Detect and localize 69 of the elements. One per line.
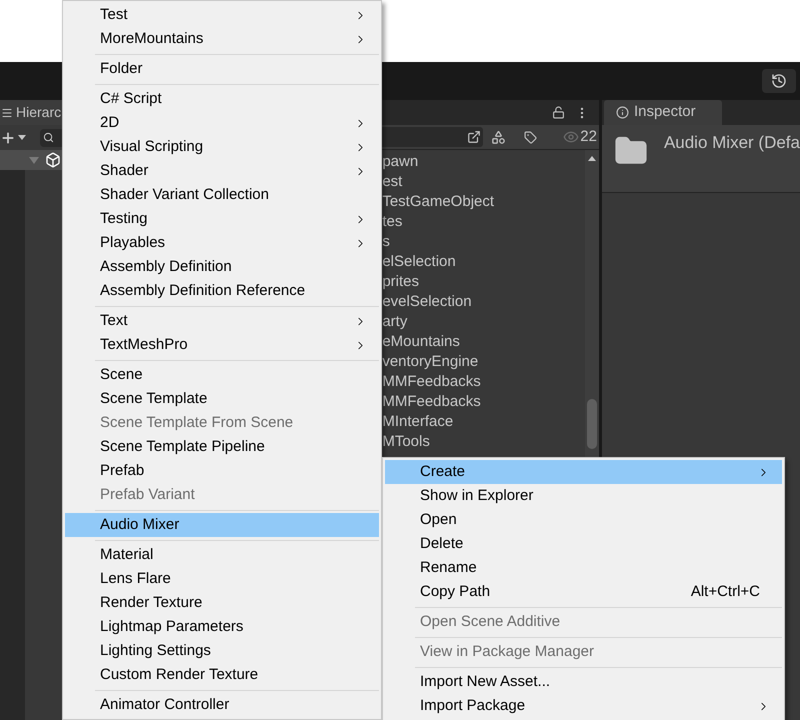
lock-icon[interactable] [552,106,565,119]
menu-item[interactable]: Delete [385,532,782,556]
menu-icon [1,106,13,118]
menu-item[interactable]: Material [65,543,379,567]
project-item[interactable]: arty [382,310,408,334]
hidden-count: 22 [580,126,597,147]
menu-item[interactable]: Scene [65,363,379,387]
menu-item[interactable]: C# Script [65,87,379,111]
asset-title: Audio Mixer (Defa [664,132,800,154]
menu-item[interactable]: Animator Controller [65,693,379,717]
info-icon [616,106,629,119]
menu-item[interactable]: Shader [65,159,379,183]
menu-item[interactable]: Copy Path Alt+Ctrl+C [385,580,782,604]
menu-item[interactable]: Testing [65,207,379,231]
history-button[interactable] [762,69,796,93]
scroll-up-icon[interactable] [588,156,596,161]
menu-item[interactable]: Lighting Settings [65,639,379,663]
shapes-icon[interactable] [490,130,506,144]
menu-item[interactable]: Folder [65,57,379,81]
menu-item[interactable]: Text [65,309,379,333]
project-item[interactable]: MTools [382,430,430,454]
menu-item[interactable]: Assembly Definition Reference [65,279,379,303]
project-item[interactable]: pawn [382,150,418,174]
menu-item[interactable]: Lightmap Parameters [65,615,379,639]
menu-item[interactable]: Playables [65,231,379,255]
history-icon [771,73,787,89]
project-item[interactable]: MMFeedbacks [382,370,481,394]
scene-icon [44,152,61,168]
menu-item[interactable]: TextMeshPro [65,333,379,357]
caret-icon[interactable] [18,135,26,140]
project-item[interactable]: MInterface [382,410,454,434]
menu-item[interactable]: Import Package [385,694,782,718]
menu-item[interactable]: Lens Flare [65,567,379,591]
menu-item[interactable]: Shader Variant Collection [65,183,379,207]
search-icon [43,132,54,143]
menu-item[interactable]: Audio Mixer [65,513,379,537]
project-item[interactable]: elSelection [382,250,456,274]
menu-item[interactable]: Prefab [65,459,379,483]
menu-item[interactable]: Open [385,508,782,532]
project-item[interactable]: tes [382,210,402,234]
inspector-tab[interactable]: Inspector [604,100,722,125]
menu-item[interactable]: Assembly Definition [65,255,379,279]
tag-icon[interactable] [524,130,537,144]
project-item[interactable]: TestGameObject [382,190,494,214]
menu-item[interactable]: Custom Render Texture [65,663,379,687]
menu-item[interactable]: Render Texture [65,591,379,615]
add-icon[interactable] [0,130,16,146]
menu-item[interactable]: Scene Template Pipeline [65,435,379,459]
menu-item[interactable]: Show in Explorer [385,484,782,508]
menu-item[interactable]: 2D [65,111,379,135]
project-item[interactable]: prites [382,270,420,294]
menu-item[interactable]: Create [385,460,782,484]
scroll-thumb[interactable] [586,399,597,449]
project-item[interactable]: evelSelection [382,290,472,314]
menu-item[interactable]: Rename [385,556,782,580]
scene-row[interactable] [0,150,62,170]
menu-item[interactable]: Visual Scripting [65,135,379,159]
project-item[interactable]: s [382,230,390,254]
project-item[interactable]: MMFeedbacks [382,390,481,414]
menu-item[interactable]: Import New Asset... [385,670,782,694]
search-field[interactable] [382,127,484,147]
project-item[interactable]: eMountains [382,330,460,354]
project-item[interactable]: ventoryEngine [382,350,478,374]
expand-icon[interactable] [467,130,482,144]
project-item[interactable]: est [382,170,402,194]
menu-item[interactable]: Scene Template [65,387,379,411]
menu-item[interactable]: Test [65,3,379,27]
menu-item[interactable]: MoreMountains [65,27,379,51]
search-field[interactable] [40,128,62,146]
